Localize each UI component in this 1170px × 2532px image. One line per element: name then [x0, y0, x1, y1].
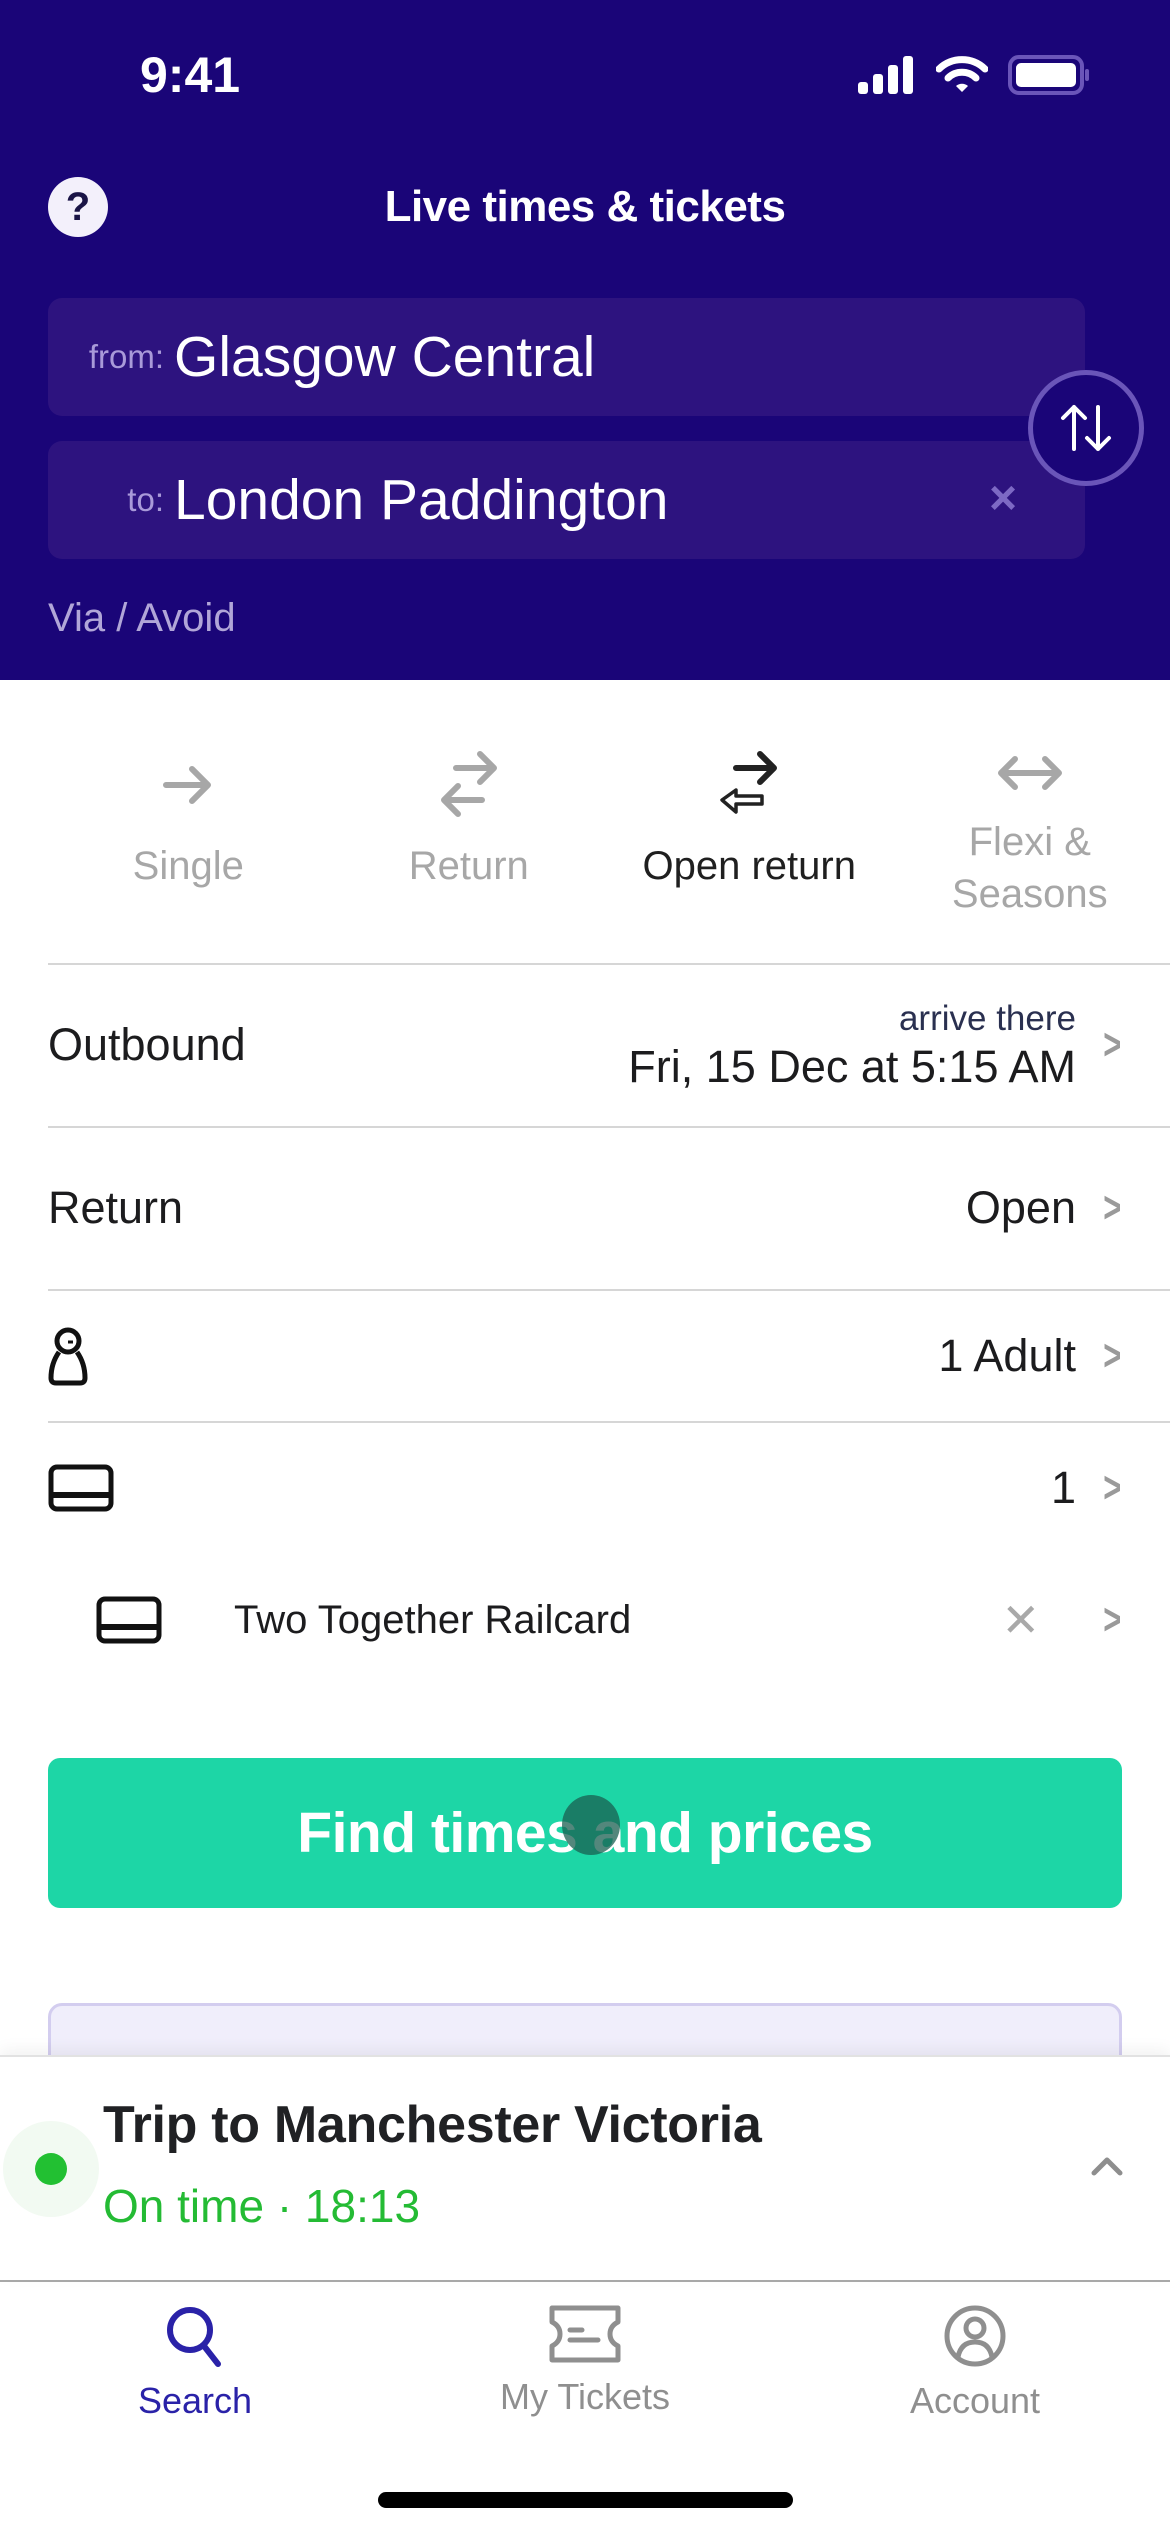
railcard-name: Two Together Railcard	[234, 1597, 632, 1642]
account-icon	[944, 2305, 1006, 2367]
trip-status: On time · 18:13	[103, 2180, 421, 2232]
outbound-label: Outbound	[48, 1019, 246, 1070]
chevron-right-icon: >	[1103, 1331, 1122, 1380]
to-field[interactable]: to: London Paddington ×	[48, 441, 1085, 559]
header: 9:41 ? Live times & tickets from: Glasgo…	[0, 0, 1170, 680]
swap-arrows-icon	[1061, 405, 1111, 451]
tab-single[interactable]: Single	[48, 730, 329, 963]
home-indicator[interactable]	[378, 2492, 793, 2508]
tab-search-label: Search	[137, 2380, 253, 2421]
outbound-sublabel: arrive there	[898, 999, 1076, 1038]
return-label: Return	[48, 1182, 184, 1233]
tab-return-label: Return	[408, 844, 529, 888]
tab-search[interactable]: Search	[0, 2282, 390, 2532]
tab-flexi-label-line1: Flexi &	[968, 820, 1091, 864]
signal-icon	[858, 56, 913, 94]
to-value: London Paddington	[174, 468, 669, 532]
return-row[interactable]: Return Open >	[48, 1128, 1122, 1288]
passengers-value: 1 Adult	[938, 1330, 1076, 1381]
railcards-row[interactable]: 1 >	[48, 1423, 1122, 1553]
battery-icon	[1008, 55, 1089, 95]
search-icon	[167, 2307, 221, 2367]
passengers-row[interactable]: 1 Adult >	[48, 1291, 1122, 1421]
chevron-up-icon[interactable]	[1090, 2155, 1124, 2177]
arrow-right-icon	[163, 766, 212, 804]
tab-single-label: Single	[132, 844, 244, 888]
from-value: Glasgow Central	[174, 325, 596, 389]
railcard-icon	[96, 1596, 162, 1644]
tab-open-return-label: Open return	[642, 844, 856, 888]
page-title: Live times & tickets	[384, 182, 786, 231]
railcards-count: 1	[1050, 1462, 1076, 1513]
swap-stations-button[interactable]	[1028, 370, 1144, 486]
chevron-right-icon: >	[1103, 1463, 1122, 1512]
return-arrows-icon	[440, 751, 497, 817]
touch-indicator	[562, 1795, 620, 1855]
trip-title: Trip to Manchester Victoria	[103, 2096, 762, 2154]
chevron-right-icon: >	[1103, 1595, 1122, 1644]
outbound-value: Fri, 15 Dec at 5:15 AM	[628, 1041, 1076, 1092]
status-icons	[856, 55, 1090, 95]
tab-account[interactable]: Account	[780, 2282, 1170, 2532]
outbound-row[interactable]: Outbound arrive there Fri, 15 Dec at 5:1…	[48, 965, 1122, 1125]
chevron-right-icon: >	[1103, 1020, 1122, 1069]
double-arrow-icon	[997, 756, 1062, 790]
trip-type-tabs: Single Return Open return Flexi & Season…	[48, 730, 1170, 963]
status-dot-icon	[35, 2153, 67, 2185]
tab-account-label: Account	[909, 2380, 1041, 2421]
ticket-icon	[549, 2305, 621, 2363]
tab-flexi-seasons[interactable]: Flexi & Seasons	[890, 730, 1170, 963]
close-icon[interactable]: ×	[981, 475, 1025, 523]
trip-banner[interactable]: Trip to Manchester Victoria On time · 18…	[0, 2055, 1170, 2282]
open-return-arrows-icon	[720, 751, 778, 814]
tab-my-tickets-label: My Tickets	[499, 2376, 670, 2417]
tab-flexi-label-line2: Seasons	[951, 872, 1108, 916]
tab-open-return[interactable]: Open return	[609, 730, 890, 963]
chevron-right-icon: >	[1103, 1183, 1122, 1232]
wifi-icon	[936, 56, 988, 92]
railcard-icon	[48, 1464, 114, 1512]
via-avoid-link[interactable]: Via / Avoid	[48, 596, 236, 641]
tab-return[interactable]: Return	[329, 730, 610, 963]
return-value: Open	[965, 1182, 1076, 1233]
from-field[interactable]: from: Glasgow Central	[48, 298, 1085, 416]
person-icon	[48, 1327, 88, 1386]
from-label: from:	[88, 338, 164, 375]
status-time: 9:41	[140, 47, 241, 103]
remove-railcard-icon[interactable]: ✕	[1001, 1593, 1040, 1647]
to-label: to:	[127, 481, 164, 518]
railcard-item[interactable]: Two Together Railcard ✕ >	[48, 1565, 1122, 1675]
